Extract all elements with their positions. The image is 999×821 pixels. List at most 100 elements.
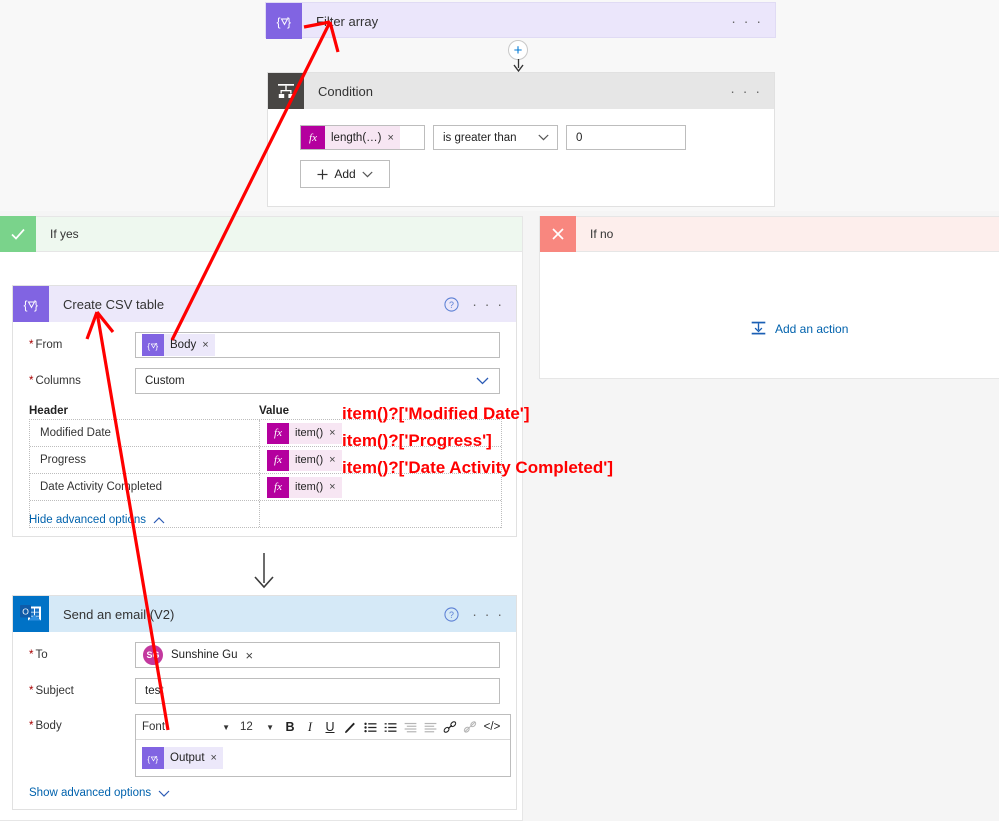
recipient-remove-icon[interactable]: × <box>246 648 254 663</box>
flow-connector-arrow-icon <box>254 553 274 589</box>
hide-advanced-options-link[interactable]: Hide advanced options <box>29 514 165 526</box>
font-family-select[interactable]: Font ▼ <box>142 721 234 733</box>
to-input[interactable]: SG Sunshine Gu × <box>135 642 500 668</box>
body-field-row: * Body Font ▼ 12 ▼ B I U </> {} Output … <box>13 714 516 777</box>
help-icon[interactable]: ? <box>444 606 459 622</box>
fx-icon: fx <box>267 449 289 471</box>
from-input[interactable]: { } Body × <box>135 332 500 358</box>
expression-chip[interactable]: fx length(…) × <box>301 126 400 149</box>
condition-operator-select[interactable]: is greater than <box>433 125 558 150</box>
columns-label: * Columns <box>29 375 135 387</box>
condition-right-operand-input[interactable]: 0 <box>566 125 686 150</box>
create-csv-table-header[interactable]: { } Create CSV table ? · · · <box>13 286 516 322</box>
bulleted-list-button[interactable] <box>360 716 380 738</box>
add-an-action-button[interactable]: Add an action <box>750 320 848 337</box>
send-an-email-card[interactable]: O Send an email (V2) ? · · · * To SG Suns… <box>12 595 517 810</box>
condition-card[interactable]: Condition · · · fx length(…) × is greate… <box>267 72 775 207</box>
send-an-email-title: Send an email (V2) <box>63 606 175 622</box>
italic-button[interactable]: I <box>300 716 320 738</box>
from-label-text: From <box>35 339 63 351</box>
expression-braces-icon: { } <box>13 286 49 322</box>
font-size-value: 12 <box>240 721 253 733</box>
table-row[interactable]: Progress fx item() × <box>30 447 501 474</box>
condition-menu-button[interactable]: · · · <box>730 84 762 98</box>
show-advanced-options-link[interactable]: Show advanced options <box>29 787 170 799</box>
grid-value-cell[interactable]: fx item() × <box>260 447 501 473</box>
to-field-row: * To SG Sunshine Gu × <box>13 642 516 668</box>
numbered-list-button[interactable] <box>380 716 400 738</box>
bold-button[interactable]: B <box>280 716 300 738</box>
underline-button[interactable]: U <box>320 716 340 738</box>
grid-col-header-label: Header <box>29 405 68 417</box>
create-csv-table-menu-button[interactable]: · · · <box>472 297 504 311</box>
item-expression-chip[interactable]: fx item() × <box>267 476 342 498</box>
code-view-button[interactable]: </> <box>480 716 504 738</box>
chevron-down-icon <box>538 134 549 141</box>
condition-left-operand-input[interactable]: fx length(…) × <box>300 125 425 150</box>
remove-link-button[interactable] <box>460 716 480 738</box>
outdent-button[interactable] <box>400 716 420 738</box>
fx-icon: fx <box>301 126 325 149</box>
output-token[interactable]: { } Output × <box>142 747 223 769</box>
output-token-remove-icon[interactable]: × <box>211 752 223 764</box>
expression-chip-remove-icon[interactable]: × <box>388 132 400 144</box>
item-expression-remove-icon[interactable]: × <box>329 481 341 493</box>
chevron-down-icon <box>476 377 489 385</box>
grid-header-cell[interactable]: Progress <box>30 447 260 473</box>
body-rich-text-editor[interactable]: Font ▼ 12 ▼ B I U </> {} Output × <box>135 714 511 777</box>
svg-text:{: { <box>147 753 150 763</box>
font-size-select[interactable]: 12 ▼ <box>240 721 274 733</box>
body-token-remove-icon[interactable]: × <box>202 339 214 351</box>
indent-button[interactable] <box>420 716 440 738</box>
create-csv-table-card[interactable]: { } Create CSV table ? · · · * From {} … <box>12 285 517 537</box>
add-step-connector[interactable]: + <box>508 40 532 73</box>
outlook-glyph: O <box>20 605 41 621</box>
close-x-icon <box>540 216 576 252</box>
send-an-email-menu-button[interactable]: · · · <box>472 607 504 621</box>
item-expression-remove-icon[interactable]: × <box>329 454 341 466</box>
item-expression-label: item() <box>295 454 324 466</box>
svg-text:?: ? <box>449 299 454 309</box>
item-expression-chip[interactable]: fx item() × <box>267 422 342 444</box>
plus-icon <box>317 169 328 179</box>
svg-text:}: } <box>155 753 158 763</box>
insert-link-button[interactable] <box>440 716 460 738</box>
grid-header-cell[interactable]: Modified Date <box>30 420 260 446</box>
required-star: * <box>29 375 34 387</box>
condition-add-button[interactable]: Add <box>300 160 390 188</box>
subject-input[interactable]: test <box>135 678 500 704</box>
condition-add-label: Add <box>334 167 356 181</box>
branch-yes-label: If yes <box>50 227 79 241</box>
grid-value-cell[interactable]: fx item() × <box>260 474 501 500</box>
recipient-name: Sunshine Gu <box>171 649 238 661</box>
table-row[interactable]: Modified Date fx item() × <box>30 420 501 447</box>
filter-array-card[interactable]: { } Filter array · · · <box>265 2 776 39</box>
connector-arrow-icon <box>513 59 524 73</box>
chevron-down-icon <box>158 790 170 797</box>
grid-value-cell[interactable] <box>260 501 501 527</box>
subject-field-row: * Subject test <box>13 678 516 704</box>
filter-array-menu-button[interactable]: · · · <box>731 14 763 28</box>
filter-array-title: Filter array <box>316 13 379 29</box>
expression-braces-icon: { } <box>266 3 302 39</box>
checkmark-icon <box>0 216 36 252</box>
columns-select[interactable]: Custom <box>135 368 500 394</box>
filter-array-header[interactable]: { } Filter array · · · <box>266 3 775 39</box>
grid-value-cell[interactable]: fx item() × <box>260 420 501 446</box>
condition-header[interactable]: Condition · · · <box>268 73 774 109</box>
add-step-button[interactable]: + <box>508 40 528 60</box>
body-token[interactable]: { } Body × <box>142 334 215 356</box>
branch-no-body <box>539 252 999 379</box>
chevron-up-icon <box>153 516 165 523</box>
help-icon[interactable]: ? <box>444 296 459 312</box>
item-expression-chip[interactable]: fx item() × <box>267 449 342 471</box>
send-an-email-header[interactable]: O Send an email (V2) ? · · · <box>13 596 516 632</box>
braces-triangle-glyph: { } <box>23 298 38 312</box>
body-content-area[interactable]: { } Output × <box>136 740 510 776</box>
table-row[interactable]: Date Activity Completed fx item() × <box>30 474 501 501</box>
highlight-button[interactable] <box>340 716 360 738</box>
braces-triangle-glyph: { } <box>147 753 158 763</box>
grid-header-cell[interactable]: Date Activity Completed <box>30 474 260 500</box>
condition-title: Condition <box>318 83 373 99</box>
item-expression-remove-icon[interactable]: × <box>329 427 341 439</box>
